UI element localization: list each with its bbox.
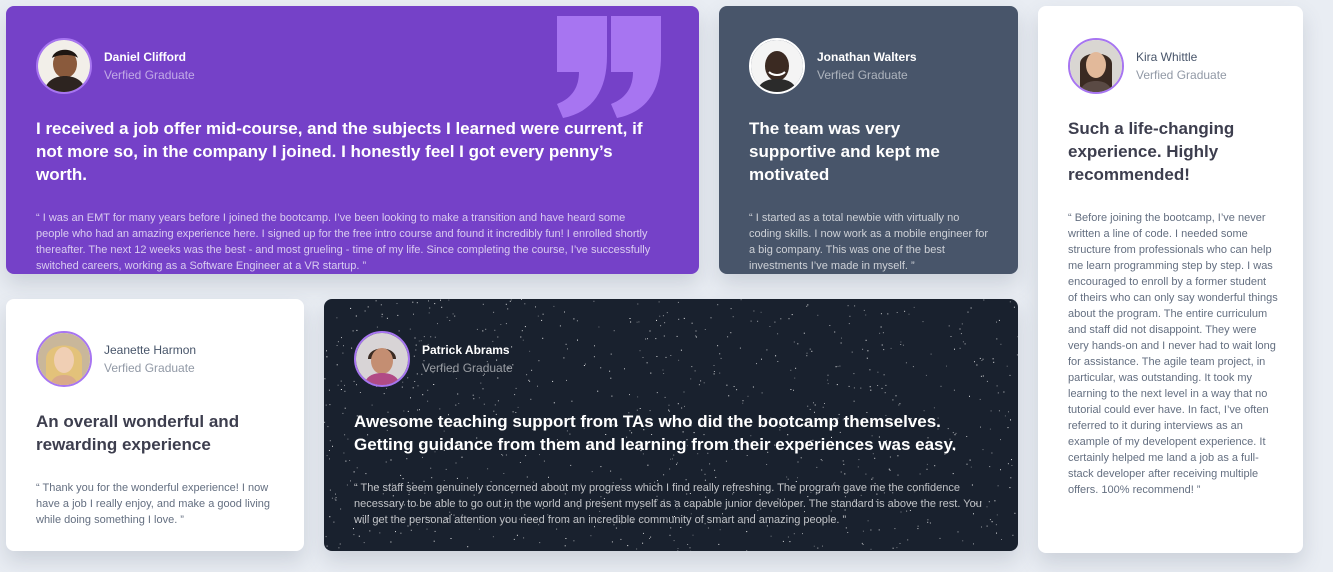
- author-name: Kira Whittle: [1136, 50, 1198, 64]
- author-info: Jeanette Harmon Verfied Graduate: [36, 331, 274, 387]
- testimonial-quote: “ I was an EMT for many years before I j…: [36, 212, 651, 272]
- testimonial-quote: “ Before joining the bootcamp, I’ve neve…: [1068, 212, 1278, 496]
- avatar-jeanette: [36, 331, 92, 387]
- author-info: Jonathan Walters Verfied Graduate: [749, 38, 988, 94]
- author-info: Daniel Clifford Verfied Graduate: [36, 38, 669, 94]
- testimonial-headline: Awesome teaching support from TAs who di…: [354, 412, 957, 454]
- author-role: Verfied Graduate: [104, 68, 195, 82]
- testimonial-card-daniel: Daniel Clifford Verfied Graduate I recei…: [6, 6, 699, 274]
- avatar-kira: [1068, 38, 1124, 94]
- testimonial-headline: An overall wonderful and rewarding exper…: [36, 412, 240, 454]
- author-role: Verfied Graduate: [422, 361, 513, 375]
- author-name: Jonathan Walters: [817, 50, 917, 64]
- testimonial-card-kira: Kira Whittle Verfied Graduate Such a lif…: [1038, 6, 1303, 553]
- testimonial-headline: The team was very supportive and kept me…: [749, 119, 940, 184]
- avatar-daniel: [36, 38, 92, 94]
- author-name: Patrick Abrams: [422, 343, 510, 357]
- testimonial-quote: “ I started as a total newbie with virtu…: [749, 212, 989, 272]
- author-name: Daniel Clifford: [104, 50, 187, 64]
- author-role: Verfied Graduate: [104, 361, 195, 375]
- testimonial-card-patrick: Patrick Abrams Verfied Graduate Awesome …: [324, 299, 1018, 551]
- testimonial-quote: “ The staff seem genuinely concerned abo…: [354, 482, 982, 526]
- author-info: Kira Whittle Verfied Graduate: [1068, 38, 1273, 94]
- testimonial-card-jeanette: Jeanette Harmon Verfied Graduate An over…: [6, 299, 304, 551]
- author-name: Jeanette Harmon: [104, 343, 197, 357]
- avatar-patrick: [354, 331, 410, 387]
- testimonial-headline: Such a life-changing experience. Highly …: [1068, 119, 1235, 184]
- testimonial-quote: “ Thank you for the wonderful experience…: [36, 482, 270, 526]
- author-info: Patrick Abrams Verfied Graduate: [354, 331, 988, 387]
- author-role: Verfied Graduate: [817, 68, 908, 82]
- testimonial-headline: I received a job offer mid-course, and t…: [36, 119, 643, 184]
- testimonial-card-jonathan: Jonathan Walters Verfied Graduate The te…: [719, 6, 1018, 274]
- avatar-jonathan: [749, 38, 805, 94]
- author-role: Verfied Graduate: [1136, 68, 1227, 82]
